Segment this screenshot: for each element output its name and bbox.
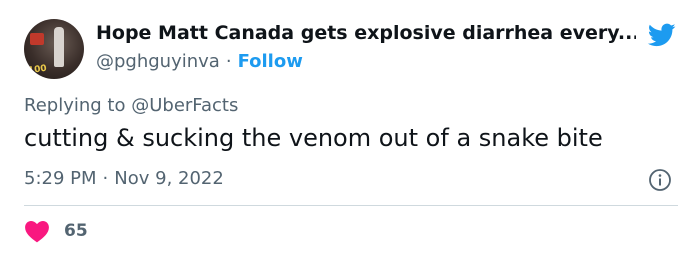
like-count[interactable]: 65: [64, 221, 88, 241]
heart-icon[interactable]: [24, 219, 50, 243]
tweet-text: cutting & sucking the venom out of a sna…: [24, 124, 603, 152]
tweet-time: 5:29 PM: [24, 168, 97, 189]
replying-prefix: Replying to: [24, 95, 126, 116]
follow-button[interactable]: Follow: [238, 51, 303, 72]
divider: [24, 205, 678, 206]
like-row: 65: [24, 218, 88, 244]
avatar-badge-text: 100: [27, 63, 48, 77]
twitter-bird-icon[interactable]: [646, 21, 678, 49]
tweet-card: 100 Hope Matt Canada gets explosive diar…: [0, 0, 700, 257]
author-handle[interactable]: @pghguyinva: [96, 51, 220, 72]
info-icon[interactable]: [648, 168, 672, 192]
handle-separator: ·: [225, 51, 232, 72]
replying-mention[interactable]: @UberFacts: [131, 95, 238, 116]
timestamp-separator: ·: [102, 168, 109, 189]
replying-to: Replying to @UberFacts: [24, 95, 238, 116]
avatar-red-tag: [30, 33, 44, 45]
tweet-date: Nov 9, 2022: [114, 168, 224, 189]
avatar-bottle: [54, 27, 64, 67]
avatar[interactable]: 100: [24, 19, 84, 79]
timestamp[interactable]: 5:29 PM · Nov 9, 2022: [24, 168, 224, 189]
handle-row: @pghguyinva · Follow: [96, 51, 303, 72]
author-name[interactable]: Hope Matt Canada gets explosive diarrhea…: [96, 22, 636, 44]
